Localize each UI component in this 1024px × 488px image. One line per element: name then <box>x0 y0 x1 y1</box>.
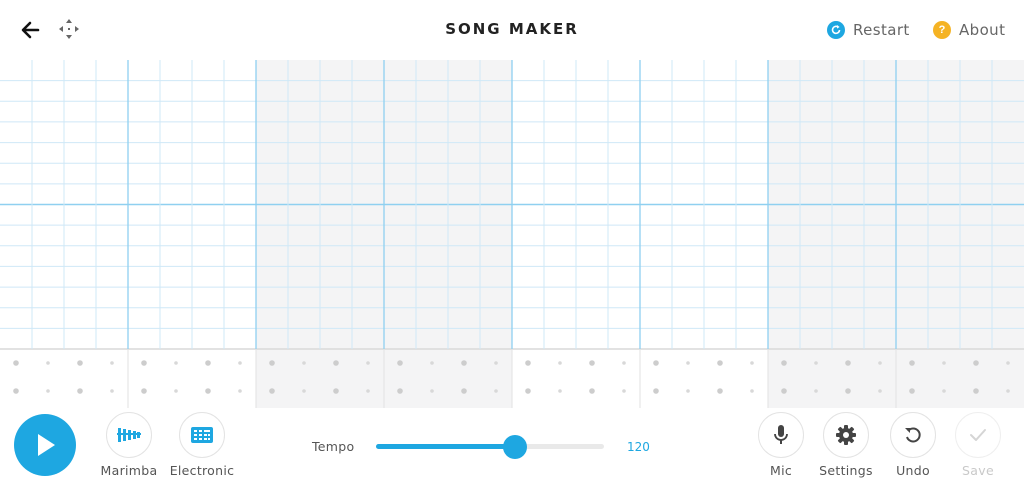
drum-machine-icon <box>191 427 213 443</box>
percussion-dot <box>13 360 19 366</box>
percussion-dot <box>781 360 787 366</box>
percussion-dot <box>110 389 114 393</box>
percussion-dot <box>366 361 370 365</box>
percussion-dot <box>397 360 403 366</box>
percussion-dot <box>973 360 979 366</box>
percussion-dot <box>269 360 275 366</box>
percussion-dot <box>717 388 723 394</box>
percussion-dot <box>46 361 50 365</box>
percussion-dot <box>494 361 498 365</box>
percussion-dot <box>717 360 723 366</box>
undo-icon <box>905 427 921 443</box>
percussion-dot <box>174 389 178 393</box>
percussion-dot <box>622 361 626 365</box>
percussion-dot <box>781 388 787 394</box>
percussion-dot <box>558 361 562 365</box>
percussion-dot <box>77 360 83 366</box>
note-grid[interactable] <box>0 60 1024 408</box>
percussion-dot <box>110 361 114 365</box>
percussion-dot <box>430 389 434 393</box>
percussion-dot <box>238 361 242 365</box>
percussion-dot <box>13 388 19 394</box>
gear-icon <box>836 425 856 445</box>
percussion-dot <box>141 360 147 366</box>
percussion-dot <box>302 389 306 393</box>
save-label: Save <box>962 463 994 478</box>
percussion-dot <box>942 361 946 365</box>
about-button[interactable]: ? About <box>933 19 1005 41</box>
instrument-label: Marimba <box>100 463 158 478</box>
percussion-dot <box>845 388 851 394</box>
percussion-dot <box>686 389 690 393</box>
percussion-dot <box>525 360 531 366</box>
percussion-dot <box>205 388 211 394</box>
percussion-dot <box>302 361 306 365</box>
percussion-dot <box>909 360 915 366</box>
percussion-dot <box>238 389 242 393</box>
percussion-dot <box>750 361 754 365</box>
tempo-label: Tempo <box>312 439 355 454</box>
percussion-dot <box>878 389 882 393</box>
percussion-dot <box>686 361 690 365</box>
percussion-dot <box>589 388 595 394</box>
percussion-dot <box>909 388 915 394</box>
percussion-dot <box>333 388 339 394</box>
bottom-toolbar: Marimba Electronic Tempo 120 Mic Setting… <box>0 408 1024 488</box>
tempo-slider-fill <box>376 444 515 449</box>
percussion-dot <box>814 389 818 393</box>
refresh-icon <box>827 21 845 39</box>
percussion-dot <box>174 361 178 365</box>
note-grid-canvas[interactable] <box>0 60 1024 408</box>
instrument-button[interactable]: Marimba <box>89 412 169 478</box>
percussion-dot <box>558 389 562 393</box>
percussion-dot <box>269 388 275 394</box>
top-bar: SONG MAKER Restart ? About <box>0 0 1024 60</box>
about-label: About <box>959 21 1006 39</box>
percussion-dot <box>461 388 467 394</box>
tempo-value: 120 <box>627 440 650 454</box>
percussion-dot <box>494 389 498 393</box>
restart-label: Restart <box>853 21 910 39</box>
percussion-dot <box>653 388 659 394</box>
mic-icon <box>774 425 788 444</box>
percussion-dot <box>46 389 50 393</box>
percussion-dot <box>589 360 595 366</box>
percussion-dot <box>397 388 403 394</box>
percussion-dot <box>653 360 659 366</box>
check-icon <box>970 429 986 441</box>
play-button[interactable] <box>14 414 76 476</box>
percussion-dot <box>430 361 434 365</box>
percussion-dot <box>973 388 979 394</box>
percussion-dot <box>878 361 882 365</box>
percussion-dot <box>205 360 211 366</box>
percussion-dot <box>622 389 626 393</box>
percussion-dot <box>814 361 818 365</box>
percussion-label: Electronic <box>169 463 235 478</box>
percussion-dot <box>141 388 147 394</box>
percussion-dot <box>845 360 851 366</box>
percussion-dot <box>333 360 339 366</box>
percussion-dot <box>750 389 754 393</box>
percussion-dot <box>1006 389 1010 393</box>
percussion-dot <box>77 388 83 394</box>
restart-button[interactable]: Restart <box>827 19 910 41</box>
marimba-icon <box>117 428 141 442</box>
tempo-slider[interactable] <box>376 435 604 459</box>
percussion-button[interactable]: Electronic <box>162 412 242 478</box>
percussion-dot <box>525 388 531 394</box>
percussion-dot <box>366 389 370 393</box>
question-icon: ? <box>933 21 951 39</box>
save-button[interactable]: Save <box>938 412 1018 478</box>
tempo-slider-thumb[interactable] <box>503 435 527 459</box>
play-icon <box>38 434 55 456</box>
percussion-dot <box>461 360 467 366</box>
percussion-dot <box>942 389 946 393</box>
percussion-dot <box>1006 361 1010 365</box>
